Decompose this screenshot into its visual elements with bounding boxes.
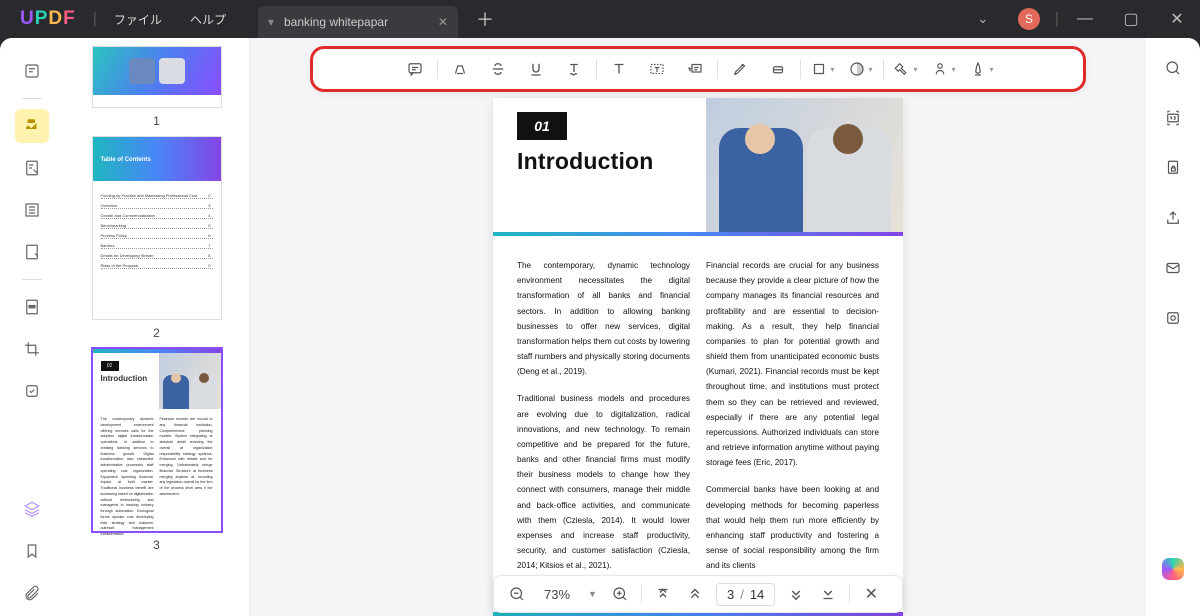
page-number-input[interactable]: 3 / 14 — [716, 583, 775, 606]
body-column-right: Financial records are crucial for any bu… — [706, 258, 879, 586]
manage-tool-icon[interactable]: ▾ — [964, 51, 1000, 87]
next-page-button[interactable] — [781, 579, 811, 609]
first-page-button[interactable] — [648, 579, 678, 609]
attachment-icon[interactable] — [15, 576, 49, 610]
thumb-num-2: 2 — [76, 326, 237, 340]
close-tab-icon[interactable]: ✕ — [438, 15, 448, 29]
eraser-tool-icon[interactable] — [760, 51, 796, 87]
titlebar: UPDF | ファイル ヘルプ ▾ banking whitepapar ✕ ＋… — [0, 0, 1200, 38]
shape-tool-icon[interactable]: ▾ — [805, 51, 841, 87]
zoom-dropdown-icon[interactable]: ▼ — [582, 589, 603, 599]
organize-icon[interactable] — [15, 374, 49, 408]
strikethrough-tool-icon[interactable] — [480, 51, 516, 87]
search-icon[interactable] — [1159, 54, 1187, 82]
redact-icon[interactable] — [15, 290, 49, 324]
prev-page-button[interactable] — [680, 579, 710, 609]
user-avatar[interactable]: S — [1018, 8, 1040, 30]
comment-mode-icon[interactable] — [15, 109, 49, 143]
document-area: ▾ ▾ ▾ ▾ ▾ 01 Introduction — [250, 38, 1146, 616]
zoom-value: 73% — [534, 587, 580, 602]
comment-tool-icon[interactable] — [397, 51, 433, 87]
zoom-out-button[interactable] — [502, 579, 532, 609]
close-nav-button[interactable]: ✕ — [856, 579, 886, 609]
thumbnail-3[interactable]: 01 Introduction The contemporary dynamic… — [76, 348, 237, 552]
bookmark-icon[interactable] — [15, 534, 49, 568]
maximize-button[interactable]: ▢ — [1108, 1, 1154, 37]
signature-tool-icon[interactable]: ▾ — [926, 51, 962, 87]
body-column-left: The contemporary, dynamic technology env… — [517, 258, 690, 586]
expand-chevron-icon[interactable]: ⌄ — [960, 11, 1006, 27]
tab-title: banking whitepapar — [284, 15, 388, 29]
email-icon[interactable] — [1159, 254, 1187, 282]
thumbnail-2[interactable]: Table of Contents Funding by Practice an… — [76, 136, 237, 340]
left-tool-rail — [0, 38, 64, 616]
callout-tool-icon[interactable] — [677, 51, 713, 87]
underline-tool-icon[interactable] — [518, 51, 554, 87]
page-title: Introduction — [517, 148, 706, 175]
page-view[interactable]: 01 Introduction The contemporary, dynami… — [493, 98, 903, 616]
share-icon[interactable] — [1159, 204, 1187, 232]
chapter-badge: 01 — [517, 112, 567, 140]
annotation-toolbar: ▾ ▾ ▾ ▾ ▾ — [310, 46, 1086, 92]
last-page-button[interactable] — [813, 579, 843, 609]
textbox-tool-icon[interactable] — [639, 51, 675, 87]
close-window-button[interactable]: ✕ — [1154, 1, 1200, 37]
right-tool-rail — [1146, 38, 1200, 616]
highlight-tool-icon[interactable] — [442, 51, 478, 87]
new-tab-button[interactable]: ＋ — [476, 6, 494, 32]
hero-image — [706, 98, 903, 232]
thumbnail-1[interactable]: 1 — [76, 46, 237, 128]
layers-icon[interactable] — [15, 492, 49, 526]
page-layout-icon[interactable] — [15, 193, 49, 227]
flatten-icon[interactable] — [1159, 304, 1187, 332]
thumbnail-panel: 1 Table of Contents Funding by Practice … — [64, 38, 250, 616]
squiggly-tool-icon[interactable] — [556, 51, 592, 87]
menu-help[interactable]: ヘルプ — [176, 11, 240, 28]
sticker-tool-icon[interactable]: ▾ — [843, 51, 879, 87]
ocr-icon[interactable] — [1159, 104, 1187, 132]
edit-mode-icon[interactable] — [15, 151, 49, 185]
fill-sign-icon[interactable] — [15, 235, 49, 269]
page-navigation-bar: 73% ▼ 3 / 14 ✕ — [493, 575, 903, 613]
thumb-num-3: 3 — [76, 538, 237, 552]
updf-ai-icon[interactable] — [1162, 558, 1184, 580]
document-tab[interactable]: ▾ banking whitepapar ✕ — [258, 6, 458, 38]
crop-icon[interactable] — [15, 332, 49, 366]
app-logo: UPDF — [0, 8, 90, 30]
zoom-in-button[interactable] — [605, 579, 635, 609]
thumb-num-1: 1 — [76, 114, 237, 128]
protect-icon[interactable] — [1159, 154, 1187, 182]
pencil-tool-icon[interactable] — [722, 51, 758, 87]
reader-mode-icon[interactable] — [15, 54, 49, 88]
text-tool-icon[interactable] — [601, 51, 637, 87]
menu-file[interactable]: ファイル — [100, 11, 176, 28]
minimize-button[interactable]: — — [1062, 1, 1108, 37]
stamp-tool-icon[interactable]: ▾ — [888, 51, 924, 87]
